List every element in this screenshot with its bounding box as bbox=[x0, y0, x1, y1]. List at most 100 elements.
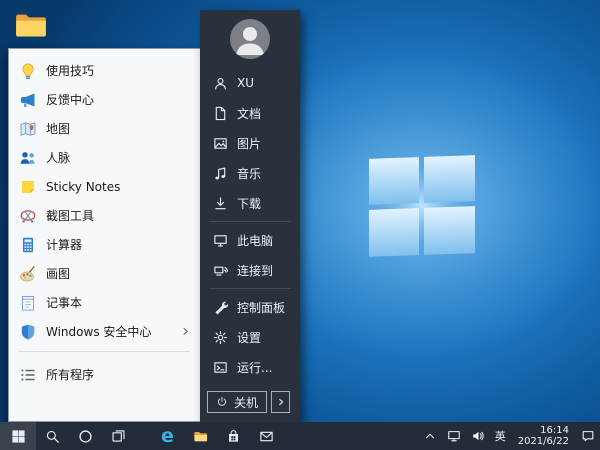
tray-show-hidden-icons[interactable] bbox=[418, 422, 442, 450]
music-icon bbox=[213, 166, 228, 181]
volume-icon bbox=[471, 429, 485, 443]
item-label: 使用技巧 bbox=[46, 62, 94, 79]
taskbar-gap bbox=[135, 422, 151, 450]
power-icon bbox=[216, 396, 228, 408]
folder-icon bbox=[193, 429, 208, 444]
item-label: 运行... bbox=[237, 359, 272, 376]
edge-icon: e bbox=[161, 427, 174, 446]
start-menu-item-people[interactable]: 人脉 bbox=[9, 143, 200, 172]
calculator-icon bbox=[19, 236, 37, 254]
chevron-right-icon bbox=[181, 327, 190, 336]
action-center-icon bbox=[581, 429, 595, 443]
start-menu-item-music[interactable]: 音乐 bbox=[200, 158, 300, 188]
item-label: 下载 bbox=[237, 195, 261, 212]
clock-time: 16:14 bbox=[540, 425, 569, 436]
start-menu-right-panel: XU 文档 图片 音乐 下载 此电脑 连接到 bbox=[200, 10, 300, 422]
settings-gear-icon bbox=[213, 330, 228, 345]
start-menu-item-sticky-notes[interactable]: Sticky Notes bbox=[9, 172, 200, 201]
power-row: 关机 bbox=[200, 391, 300, 422]
chevron-up-icon bbox=[423, 429, 437, 443]
start-menu-item-all-programs[interactable]: 所有程序 bbox=[9, 360, 200, 389]
shutdown-button[interactable]: 关机 bbox=[207, 391, 267, 413]
start-button[interactable] bbox=[0, 422, 36, 450]
item-label: 音乐 bbox=[237, 165, 261, 182]
maps-icon bbox=[19, 120, 37, 138]
tray-clock[interactable]: 16:14 2021/6/22 bbox=[511, 422, 576, 450]
desktop-folder-icon[interactable] bbox=[14, 10, 48, 40]
taskbar: e 英 16:14 2021/6/22 bbox=[0, 422, 600, 450]
start-menu-item-settings[interactable]: 设置 bbox=[200, 322, 300, 352]
start-menu-item-pictures[interactable]: 图片 bbox=[200, 128, 300, 158]
item-label: 设置 bbox=[237, 329, 261, 346]
run-icon bbox=[213, 360, 228, 375]
divider bbox=[209, 221, 291, 222]
start-menu-item-this-pc[interactable]: 此电脑 bbox=[200, 225, 300, 255]
mail-button[interactable] bbox=[250, 422, 283, 450]
network-icon bbox=[447, 429, 461, 443]
start-menu-item-user[interactable]: XU bbox=[200, 68, 300, 98]
start-menu-item-notepad[interactable]: 记事本 bbox=[9, 288, 200, 317]
start-menu-left-panel: 使用技巧 反馈中心 地图 人脉 Sticky Notes 截图工具 计算器 bbox=[8, 48, 200, 422]
feedback-icon bbox=[19, 91, 37, 109]
paint-icon bbox=[19, 265, 37, 283]
people-icon bbox=[19, 149, 37, 167]
item-label: 画图 bbox=[46, 265, 70, 282]
start-menu-item-feedback-hub[interactable]: 反馈中心 bbox=[9, 85, 200, 114]
item-label: 反馈中心 bbox=[46, 91, 94, 108]
item-label: 计算器 bbox=[46, 236, 82, 253]
all-programs-icon bbox=[19, 366, 37, 384]
downloads-icon bbox=[213, 196, 228, 211]
start-menu-item-paint[interactable]: 画图 bbox=[9, 259, 200, 288]
control-panel-icon bbox=[213, 300, 228, 315]
item-label: 人脉 bbox=[46, 149, 70, 166]
task-view-button[interactable] bbox=[102, 422, 135, 450]
store-button[interactable] bbox=[217, 422, 250, 450]
pictures-icon bbox=[213, 136, 228, 151]
item-label: 所有程序 bbox=[46, 366, 94, 383]
start-menu-item-downloads[interactable]: 下载 bbox=[200, 188, 300, 218]
documents-icon bbox=[213, 106, 228, 121]
task-view-icon bbox=[111, 429, 126, 444]
search-button[interactable] bbox=[36, 422, 69, 450]
tips-icon bbox=[19, 62, 37, 80]
cortana-icon bbox=[78, 429, 93, 444]
start-logo-icon bbox=[11, 429, 26, 444]
notepad-icon bbox=[19, 294, 37, 312]
user-avatar-icon bbox=[230, 19, 270, 59]
start-menu-item-snipping-tool[interactable]: 截图工具 bbox=[9, 201, 200, 230]
windows-security-icon bbox=[19, 323, 37, 341]
start-menu-item-connect-to[interactable]: 连接到 bbox=[200, 255, 300, 285]
start-menu-item-run[interactable]: 运行... bbox=[200, 352, 300, 382]
clock-date: 2021/6/22 bbox=[518, 436, 569, 447]
item-label: 控制面板 bbox=[237, 299, 285, 316]
file-explorer-button[interactable] bbox=[184, 422, 217, 450]
tray-input-language[interactable]: 英 bbox=[490, 422, 511, 450]
chevron-right-icon bbox=[277, 398, 285, 406]
start-menu-item-windows-security[interactable]: Windows 安全中心 bbox=[9, 317, 200, 346]
start-menu-item-documents[interactable]: 文档 bbox=[200, 98, 300, 128]
connect-to-icon bbox=[213, 263, 228, 278]
desktop: 使用技巧 反馈中心 地图 人脉 Sticky Notes 截图工具 计算器 bbox=[0, 0, 600, 450]
item-label: Windows 安全中心 bbox=[46, 323, 151, 340]
mail-icon bbox=[259, 429, 274, 444]
divider bbox=[19, 351, 190, 352]
item-label: XU bbox=[237, 76, 254, 90]
tray-volume[interactable] bbox=[466, 422, 490, 450]
start-menu-item-maps[interactable]: 地图 bbox=[9, 114, 200, 143]
start-menu-item-control-panel[interactable]: 控制面板 bbox=[200, 292, 300, 322]
start-menu-item-calculator[interactable]: 计算器 bbox=[9, 230, 200, 259]
item-label: 连接到 bbox=[237, 262, 273, 279]
item-label: 此电脑 bbox=[237, 232, 273, 249]
user-avatar[interactable] bbox=[230, 19, 270, 59]
cortana-button[interactable] bbox=[69, 422, 102, 450]
divider bbox=[209, 288, 291, 289]
item-label: 截图工具 bbox=[46, 207, 94, 224]
start-menu-item-tips[interactable]: 使用技巧 bbox=[9, 56, 200, 85]
item-label: 文档 bbox=[237, 105, 261, 122]
item-label: 记事本 bbox=[46, 294, 82, 311]
tray-network[interactable] bbox=[442, 422, 466, 450]
snipping-tool-icon bbox=[19, 207, 37, 225]
edge-button[interactable]: e bbox=[151, 422, 184, 450]
tray-action-center[interactable] bbox=[576, 422, 600, 450]
shutdown-options-button[interactable] bbox=[271, 391, 290, 413]
